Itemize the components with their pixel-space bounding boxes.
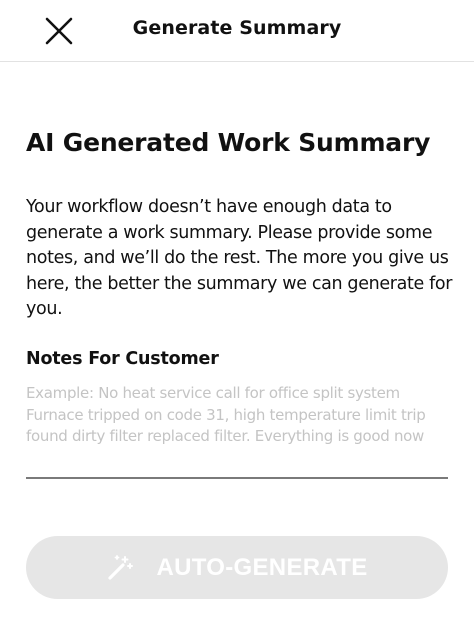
- auto-generate-button[interactable]: AUTO-GENERATE: [26, 536, 448, 599]
- magic-wand-icon: [108, 554, 134, 580]
- description-text: Your workflow doesn’t have enough data t…: [26, 197, 453, 319]
- header-bar: Generate Summary: [0, 0, 474, 62]
- page-title: AI Generated Work Summary: [26, 128, 431, 157]
- auto-generate-label: AUTO-GENERATE: [156, 553, 368, 581]
- notes-label: Notes For Customer: [26, 349, 219, 369]
- notes-for-customer-input[interactable]: [26, 383, 448, 479]
- header-title: Generate Summary: [132, 17, 342, 39]
